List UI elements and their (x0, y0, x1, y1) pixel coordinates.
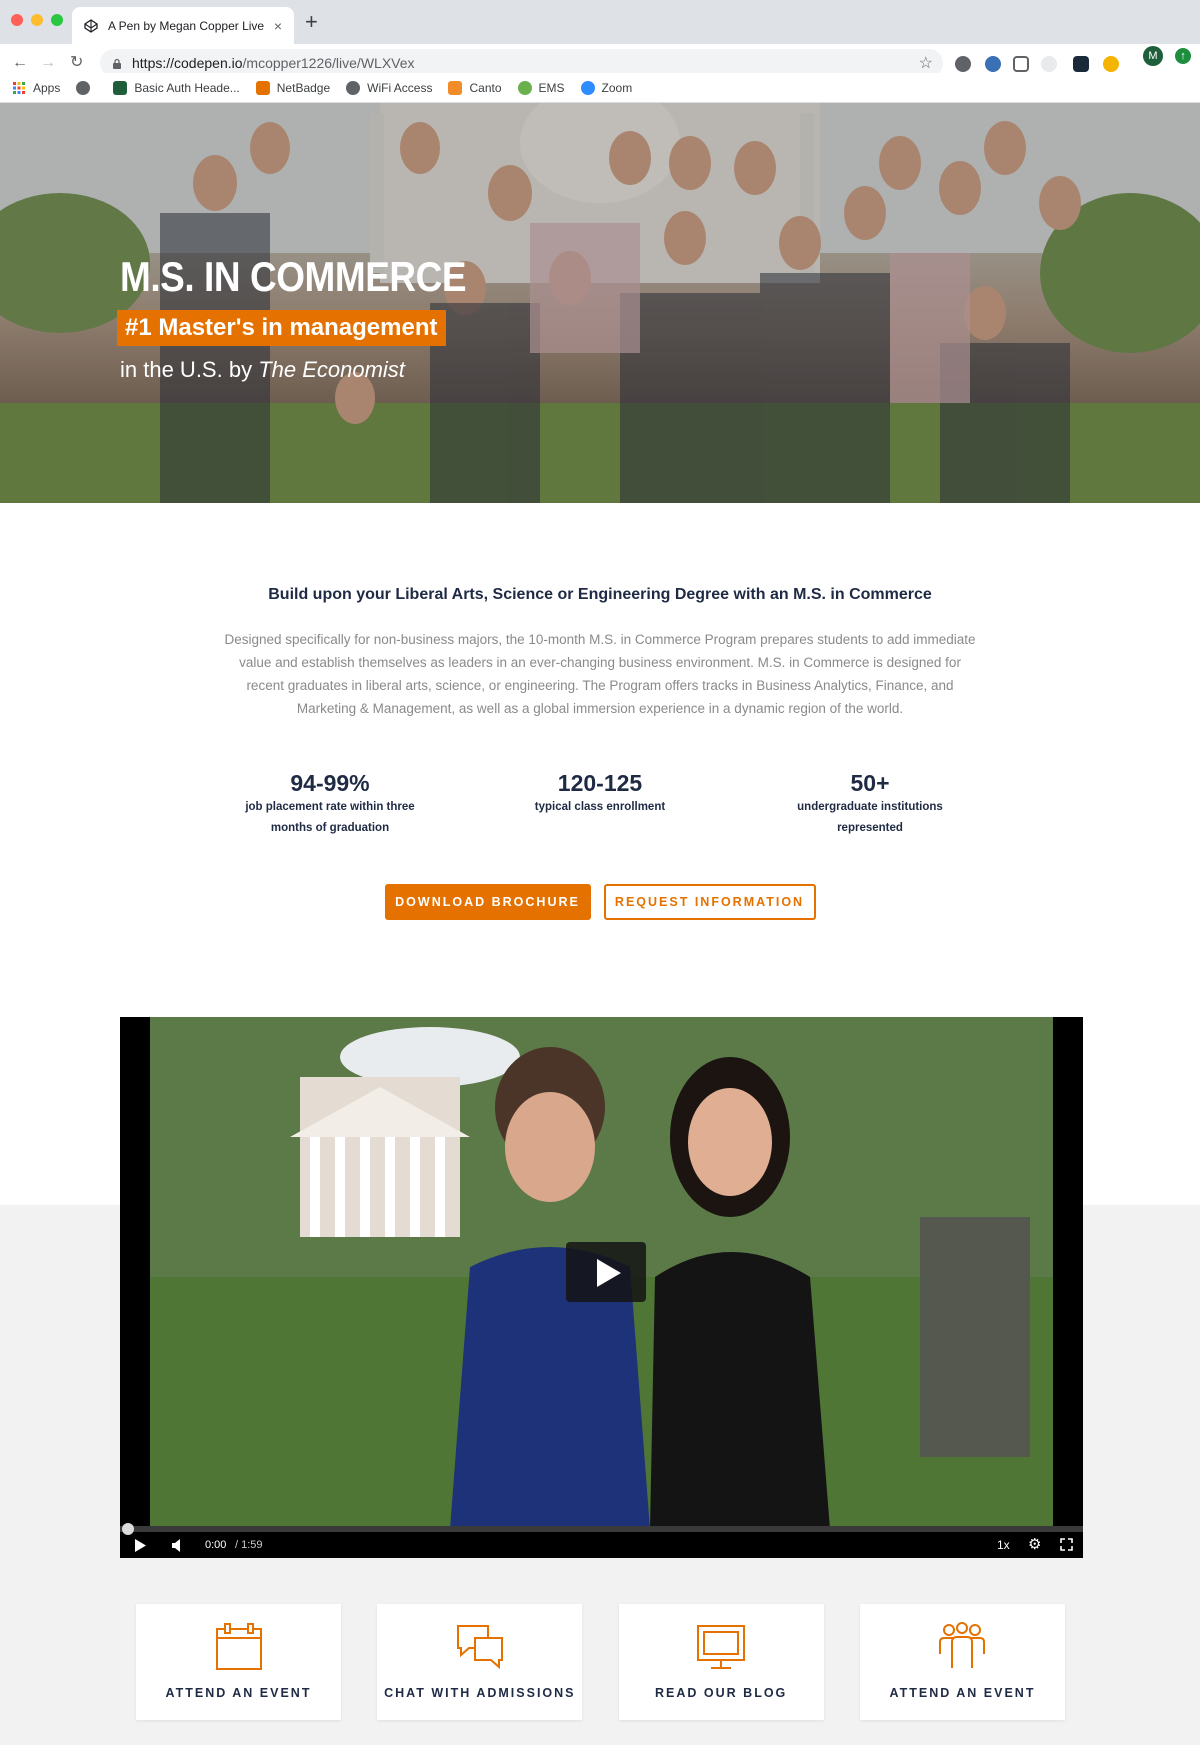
settings-gear-icon[interactable]: ⚙ (1028, 1535, 1041, 1553)
bookmark-label: NetBadge (276, 80, 331, 95)
extension-recycle-icon[interactable] (955, 56, 971, 72)
calendar-icon (215, 1623, 262, 1670)
card-label: ATTEND AN EVENT (165, 1686, 312, 1700)
stats-row: 94-99% job placement rate within three m… (230, 770, 970, 839)
bookmark-basic-auth[interactable]: Basic Auth Heade... (113, 80, 240, 95)
stat-label: job placement rate within three months o… (245, 801, 415, 834)
publication-name: The Economist (258, 357, 405, 382)
bookmark-ems[interactable]: EMS (517, 80, 565, 95)
hero-title: M.S. IN COMMERCE (120, 253, 467, 300)
card-read-blog[interactable]: READ OUR BLOG (618, 1604, 824, 1720)
hero-ranking-badge: #1 Master's in management (117, 310, 446, 346)
extension-gauge-icon[interactable] (985, 56, 1001, 72)
stat-label: typical class enrollment (534, 801, 666, 813)
card-label: ATTEND AN EVENT (889, 1686, 1036, 1700)
bookmarks-bar: Apps Basic Auth Heade... NetBadge WiFi A… (0, 73, 1200, 103)
video-total-time: / 1:59 (235, 1539, 263, 1551)
new-tab-button[interactable]: + (305, 11, 318, 33)
bookmark-star-icon[interactable]: ☆ (919, 53, 933, 73)
video-player[interactable]: 0:00 / 1:59 1x ⚙ (120, 1017, 1083, 1558)
intro-heading: Build upon your Liberal Arts, Science or… (268, 586, 932, 603)
react-devtools-icon[interactable] (1073, 56, 1089, 72)
profile-avatar[interactable]: M (1143, 46, 1163, 66)
codepen-icon (84, 18, 98, 33)
stat-label: undergraduate institutions represented (797, 801, 943, 834)
bookmark-label: WiFi Access (367, 80, 433, 95)
bookmark-netbadge[interactable]: NetBadge (255, 80, 331, 95)
card-attend-event[interactable]: ATTEND AN EVENT (136, 1604, 341, 1720)
bookmark-canto[interactable]: Canto (448, 80, 502, 95)
action-cards: ATTEND AN EVENT CHAT WITH ADMISSIONS REA… (136, 1604, 1065, 1720)
bookmark-label: Canto (469, 80, 502, 95)
video-controls: 0:00 / 1:59 1x ⚙ (120, 1532, 1083, 1558)
bookmark-apps[interactable]: Apps (12, 81, 60, 95)
stat-enrollment: 120-125 typical class enrollment (500, 770, 700, 839)
reload-icon[interactable]: ↻ (70, 53, 83, 73)
zoom-icon (580, 80, 595, 95)
play-icon (597, 1259, 621, 1287)
tab-close-icon[interactable]: × (274, 18, 282, 34)
hero-overlay (0, 103, 1200, 503)
extension-color-icon[interactable] (1103, 56, 1119, 72)
pocket-icon[interactable] (1013, 56, 1029, 72)
ems-icon (517, 80, 532, 95)
volume-icon[interactable] (172, 1539, 182, 1552)
video-current-time: 0:00 (205, 1539, 227, 1551)
hero-subtitle: in the U.S. by The Economist (120, 357, 405, 382)
video-play-button[interactable] (566, 1242, 646, 1302)
globe-icon (346, 80, 361, 95)
intro-body: Designed specifically for non-business m… (224, 632, 976, 716)
bookmark-label: Zoom (601, 80, 633, 95)
browser-tab-bar: A Pen by Megan Copper Live P × + (0, 0, 1200, 44)
stat-value: 120-125 (557, 770, 643, 796)
canto-icon (448, 80, 463, 95)
fullscreen-icon[interactable] (1060, 1538, 1073, 1551)
extension-timer-icon[interactable] (1041, 56, 1057, 72)
bookmark-label: Basic Auth Heade... (134, 80, 240, 95)
cta-buttons: DOWNLOAD BROCHURE REQUEST INFORMATION (0, 884, 1200, 920)
maximize-window-button[interactable] (51, 14, 63, 26)
globe-icon (76, 80, 91, 95)
playback-speed-button[interactable]: 1x (997, 1538, 1010, 1552)
forward-arrow-icon[interactable]: → (40, 53, 56, 73)
update-arrow-icon[interactable]: ↑ (1175, 48, 1191, 64)
netbadge-icon (255, 80, 270, 95)
extension-icon (113, 80, 128, 95)
card-label: READ OUR BLOG (655, 1686, 788, 1700)
tab-title: A Pen by Megan Copper Live P (108, 18, 266, 33)
bookmark-zoom[interactable]: Zoom (580, 80, 633, 95)
hero-banner: M.S. IN COMMERCE #1 Master's in manageme… (0, 103, 1200, 503)
download-brochure-button[interactable]: DOWNLOAD BROCHURE (384, 884, 591, 920)
browser-tab-active[interactable]: A Pen by Megan Copper Live P × (72, 7, 294, 44)
request-information-button[interactable]: REQUEST INFORMATION (603, 884, 816, 920)
stat-placement: 94-99% job placement rate within three m… (230, 770, 430, 839)
bookmark-label: Apps (33, 80, 61, 95)
bookmark-label: EMS (538, 80, 565, 95)
play-icon[interactable] (135, 1539, 146, 1552)
bookmark-wifi-access[interactable]: WiFi Access (346, 80, 433, 95)
apps-grid-icon (13, 81, 25, 94)
stat-value: 50+ (850, 770, 890, 796)
bookmark-globe[interactable] (76, 80, 97, 95)
lock-icon (113, 58, 121, 69)
card-chat-admissions[interactable]: CHAT WITH ADMISSIONS (377, 1604, 583, 1720)
close-window-button[interactable] (11, 14, 23, 26)
back-arrow-icon[interactable]: ← (12, 53, 28, 73)
people-group-icon (939, 1622, 986, 1668)
card-label: CHAT WITH ADMISSIONS (384, 1686, 576, 1700)
stat-value: 94-99% (290, 770, 370, 796)
card-attend-event-group[interactable]: ATTEND AN EVENT (859, 1604, 1065, 1720)
chat-bubbles-icon (456, 1625, 503, 1670)
minimize-window-button[interactable] (31, 14, 43, 26)
monitor-icon (697, 1625, 746, 1669)
stat-institutions: 50+ undergraduate institutions represent… (770, 770, 970, 839)
url-text: https://codepen.io/mcopper1226/live/WLXV… (132, 55, 415, 71)
